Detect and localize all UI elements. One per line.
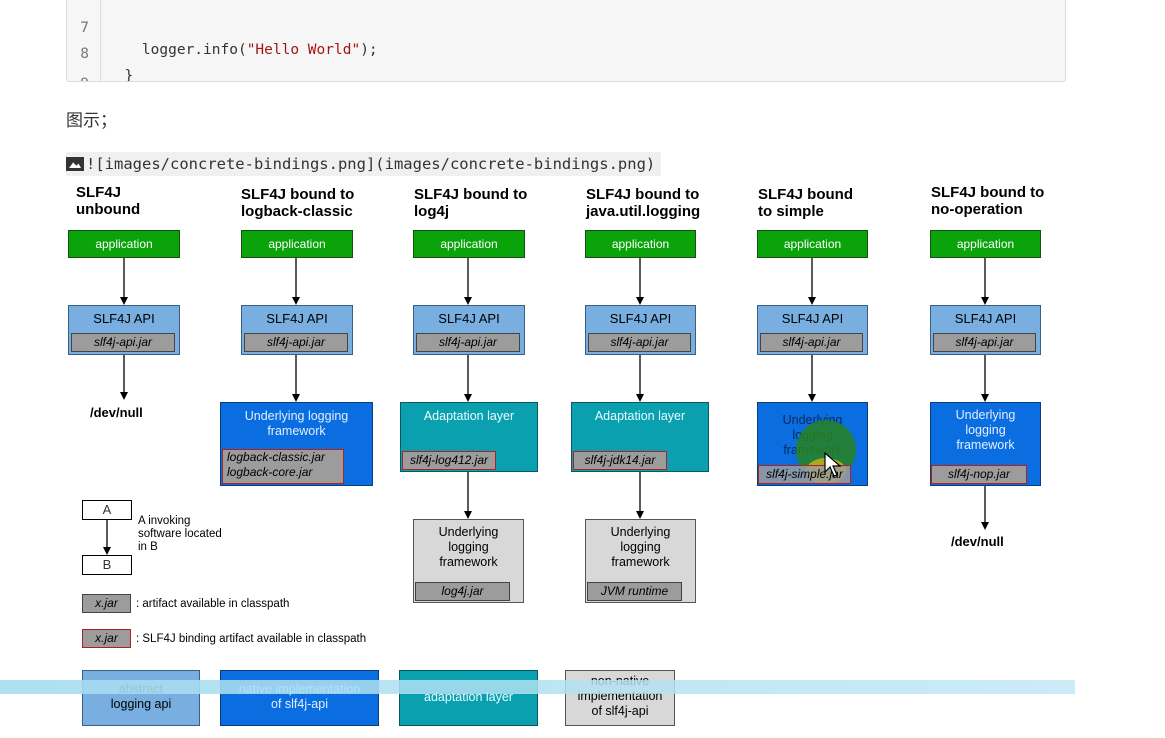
underlying-framework-box: Underlying logging framework JVM runtime	[585, 519, 696, 603]
column-title: SLF4J bound to log4j	[414, 186, 528, 220]
slf4j-api-box: SLF4J API slf4j-api.jar	[930, 305, 1041, 355]
legend-binding-jar: x.jar	[82, 629, 131, 648]
application-box: application	[930, 230, 1041, 258]
legend-abstract-api: abstract logging api	[82, 670, 200, 726]
jar-label: slf4j-api.jar	[588, 333, 691, 352]
mouse-cursor-icon	[824, 452, 842, 477]
legend-box-b: B	[82, 555, 132, 575]
jar-label: slf4j-jdk14.jar	[573, 451, 667, 470]
dev-null-label: /dev/null	[90, 405, 143, 420]
application-box: application	[241, 230, 353, 258]
adaptation-layer-box: Adaptation layer slf4j-jdk14.jar	[571, 402, 709, 472]
code-block: 7 logger.info("Hello World"); 8 } 9 }	[66, 0, 1066, 82]
native-implementation-box: Underlying logging framework	[757, 402, 868, 486]
paragraph-text: 图示；	[66, 111, 117, 131]
line-number: 9	[67, 73, 89, 81]
jar-label: slf4j-api.jar	[244, 333, 348, 352]
column-title: SLF4J unbound	[76, 184, 141, 218]
code-line: 7 logger.info("Hello World");	[67, 0, 377, 58]
image-markdown-source[interactable]: ![images/concrete-bindings.png](images/c…	[66, 152, 662, 176]
application-box: application	[413, 230, 525, 258]
click-highlight	[806, 458, 846, 484]
application-box: application	[68, 230, 180, 258]
jar-label: log4j.jar	[415, 582, 510, 601]
diagram-arrows	[103, 258, 989, 555]
slf4j-api-box: SLF4J API slf4j-api.jar	[757, 305, 868, 355]
legend-jar: x.jar	[82, 594, 131, 613]
application-box: application	[585, 230, 696, 258]
adaptation-layer-box: Adaptation layer slf4j-log412.jar	[400, 402, 538, 472]
jar-label: slf4j-api.jar	[71, 333, 175, 352]
slf4j-api-box: SLF4J API slf4j-api.jar	[585, 305, 696, 355]
underlying-framework-box: Underlying logging framework log4j.jar	[413, 519, 524, 603]
native-implementation-box: Underlying logging framework slf4j-nop.j…	[930, 402, 1041, 486]
code-text: }	[107, 68, 134, 82]
column-title: SLF4J bound to simple	[758, 186, 853, 220]
legend-non-native-implementation: non-native implementation of slf4j-api	[565, 670, 675, 726]
native-implementation-box: Underlying logging framework logback-cla…	[220, 402, 373, 486]
concrete-bindings-diagram: SLF4J unbound application SLF4J API slf4j-…	[0, 0, 1165, 738]
screen-artifact-stripe	[0, 680, 1075, 694]
jar-label: slf4j-nop.jar	[931, 465, 1027, 484]
dev-null-label: /dev/null	[951, 534, 1004, 549]
jar-label: slf4j-api.jar	[416, 333, 520, 352]
jar-label: slf4j-api.jar	[760, 333, 863, 352]
legend-artifact-text: : artifact available in classpath	[136, 598, 290, 610]
code-line: 9 }	[67, 51, 102, 81]
slf4j-api-box: SLF4J API slf4j-api.jar	[241, 305, 353, 355]
column-title: SLF4J bound to logback-classic	[241, 186, 355, 220]
slf4j-api-box: SLF4J API slf4j-api.jar	[68, 305, 180, 355]
click-highlight	[796, 420, 856, 480]
legend-adaptation-layer: adaptation layer	[399, 670, 538, 726]
legend-native-implementation: native implementation of slf4j-api	[220, 670, 379, 726]
legend-box-a: A	[82, 500, 132, 520]
jar-label: slf4j-simple.jar	[758, 465, 851, 484]
application-box: application	[757, 230, 868, 258]
slf4j-api-box: SLF4J API slf4j-api.jar	[413, 305, 525, 355]
image-markdown-text: ![images/concrete-bindings.png](images/c…	[86, 155, 656, 173]
legend-invoke-text: A invoking software located in B	[138, 515, 222, 553]
column-title: SLF4J bound to no-operation	[931, 184, 1045, 218]
jar-label: logback-classic.jar logback-core.jar	[222, 449, 344, 484]
jar-label: JVM runtime	[587, 582, 682, 601]
code-text: logger.info("Hello World");	[107, 42, 378, 58]
image-icon	[66, 157, 84, 171]
legend-binding-text: : SLF4J binding artifact available in cl…	[136, 633, 367, 645]
jar-label: slf4j-api.jar	[933, 333, 1036, 352]
column-title: SLF4J bound to java.util.logging	[586, 186, 701, 220]
code-line: 8 }	[67, 21, 133, 81]
jar-label: slf4j-log412.jar	[402, 451, 496, 470]
